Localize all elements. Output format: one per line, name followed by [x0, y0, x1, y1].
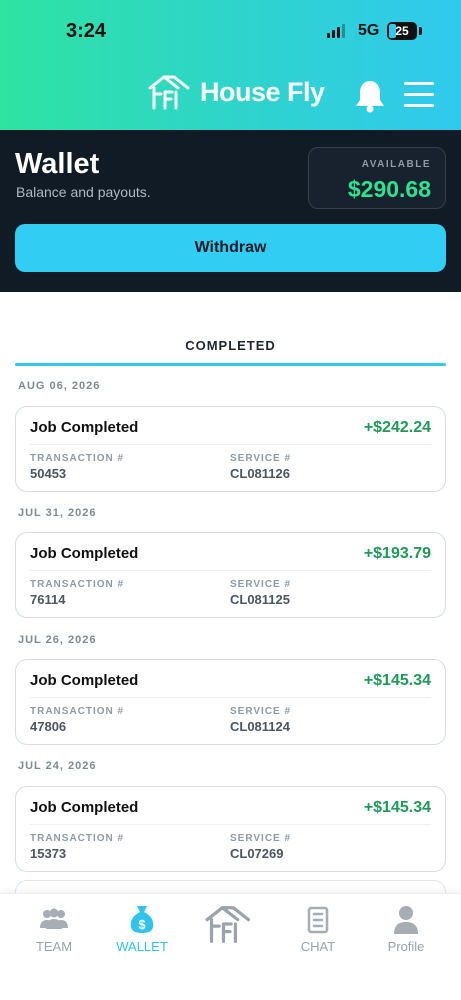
menu-button[interactable] — [404, 82, 434, 110]
transaction-title: Job Completed — [30, 799, 139, 816]
nav-chat-label: CHAT — [300, 939, 336, 954]
available-amount: $290.68 — [347, 176, 431, 202]
tab-completed[interactable]: COMPLETED — [15, 326, 446, 366]
team-icon — [40, 908, 68, 929]
transaction-number: 50453 — [30, 466, 67, 481]
transaction-number-label: TRANSACTION # — [30, 833, 125, 844]
brand-logo: House Fly — [148, 74, 325, 110]
app-header: 3:24 5G 25 House Fly — [0, 0, 461, 130]
page-title: Wallet — [15, 148, 100, 180]
svg-text:$: $ — [138, 917, 146, 932]
transaction-date: JUL 31, 2026 — [18, 507, 97, 519]
tab-indicator — [15, 363, 446, 366]
transaction-amount: +$242.24 — [363, 419, 431, 436]
service-number: CL081126 — [230, 466, 290, 481]
nav-chat[interactable]: CHAT — [272, 894, 364, 966]
page-subtitle: Balance and payouts. — [16, 184, 151, 200]
transaction-number-label: TRANSACTION # — [30, 453, 125, 464]
network-label: 5G — [358, 22, 380, 39]
transaction-date: JUL 24, 2026 — [18, 760, 97, 772]
profile-icon — [394, 906, 418, 934]
nav-team[interactable]: TEAM — [8, 894, 100, 966]
transaction-amount: +$145.34 — [363, 672, 431, 689]
menu-icon — [404, 82, 434, 107]
transaction-amount: +$193.79 — [363, 545, 431, 562]
transaction-title: Job Completed — [30, 419, 139, 436]
transaction-card[interactable]: Job Completed +$145.34 TRANSACTION # 153… — [15, 786, 446, 872]
nav-home[interactable] — [184, 894, 276, 966]
divider — [30, 570, 431, 571]
transaction-amount: +$145.34 — [363, 799, 431, 816]
available-label: AVAILABLE — [361, 159, 431, 170]
signal-icon — [327, 24, 345, 38]
transaction-number: 76114 — [30, 592, 66, 607]
transaction-number-label: TRANSACTION # — [30, 706, 125, 717]
divider — [30, 444, 431, 445]
house-fly-logo-icon — [148, 75, 190, 110]
battery-tip — [419, 27, 422, 35]
transaction-date: JUL 26, 2026 — [18, 634, 97, 646]
divider — [30, 697, 431, 698]
transaction-number: 15373 — [30, 846, 67, 861]
service-number-label: SERVICE # — [230, 833, 292, 844]
service-number: CL081124 — [230, 719, 290, 734]
status-time: 3:24 — [66, 20, 107, 42]
battery-percent: 25 — [395, 24, 409, 38]
nav-team-label: TEAM — [35, 939, 73, 954]
withdraw-button[interactable]: Withdraw — [15, 224, 446, 272]
transaction-card[interactable]: Job Completed +$193.79 TRANSACTION # 761… — [15, 532, 446, 618]
money-bag-icon: $ — [130, 906, 154, 933]
nav-wallet-label: WALLET — [116, 939, 168, 954]
divider — [30, 824, 431, 825]
service-number-label: SERVICE # — [230, 579, 292, 590]
transaction-title: Job Completed — [30, 545, 139, 562]
wallet-header: Wallet Balance and payouts. AVAILABLE $2… — [0, 130, 461, 292]
house-fly-logo-icon — [205, 906, 251, 944]
service-number: CL07269 — [230, 846, 284, 861]
notifications-button[interactable] — [354, 78, 386, 114]
transaction-number-label: TRANSACTION # — [30, 579, 125, 590]
bell-icon — [356, 81, 384, 113]
bottom-nav: TEAM $ WALLET CHAT Profile — [0, 893, 461, 965]
nav-wallet[interactable]: $ WALLET — [96, 894, 188, 966]
transaction-title: Job Completed — [30, 672, 139, 689]
chat-icon — [307, 906, 329, 934]
service-number: CL081125 — [230, 592, 290, 607]
brand-name: House Fly — [200, 76, 325, 107]
service-number-label: SERVICE # — [230, 453, 292, 464]
battery-icon: 25 — [387, 22, 417, 40]
available-balance-card: AVAILABLE $290.68 — [308, 147, 446, 209]
nav-profile-label: Profile — [387, 939, 425, 954]
service-number-label: SERVICE # — [230, 706, 292, 717]
transaction-number: 47806 — [30, 719, 67, 734]
nav-profile[interactable]: Profile — [360, 894, 452, 966]
home-indicator-area — [0, 965, 461, 1000]
transaction-date: AUG 06, 2026 — [18, 380, 101, 392]
transaction-card[interactable]: Job Completed +$145.34 TRANSACTION # 478… — [15, 659, 446, 745]
transaction-card[interactable]: Job Completed +$242.24 TRANSACTION # 504… — [15, 406, 446, 492]
tab-completed-label: COMPLETED — [185, 338, 276, 353]
